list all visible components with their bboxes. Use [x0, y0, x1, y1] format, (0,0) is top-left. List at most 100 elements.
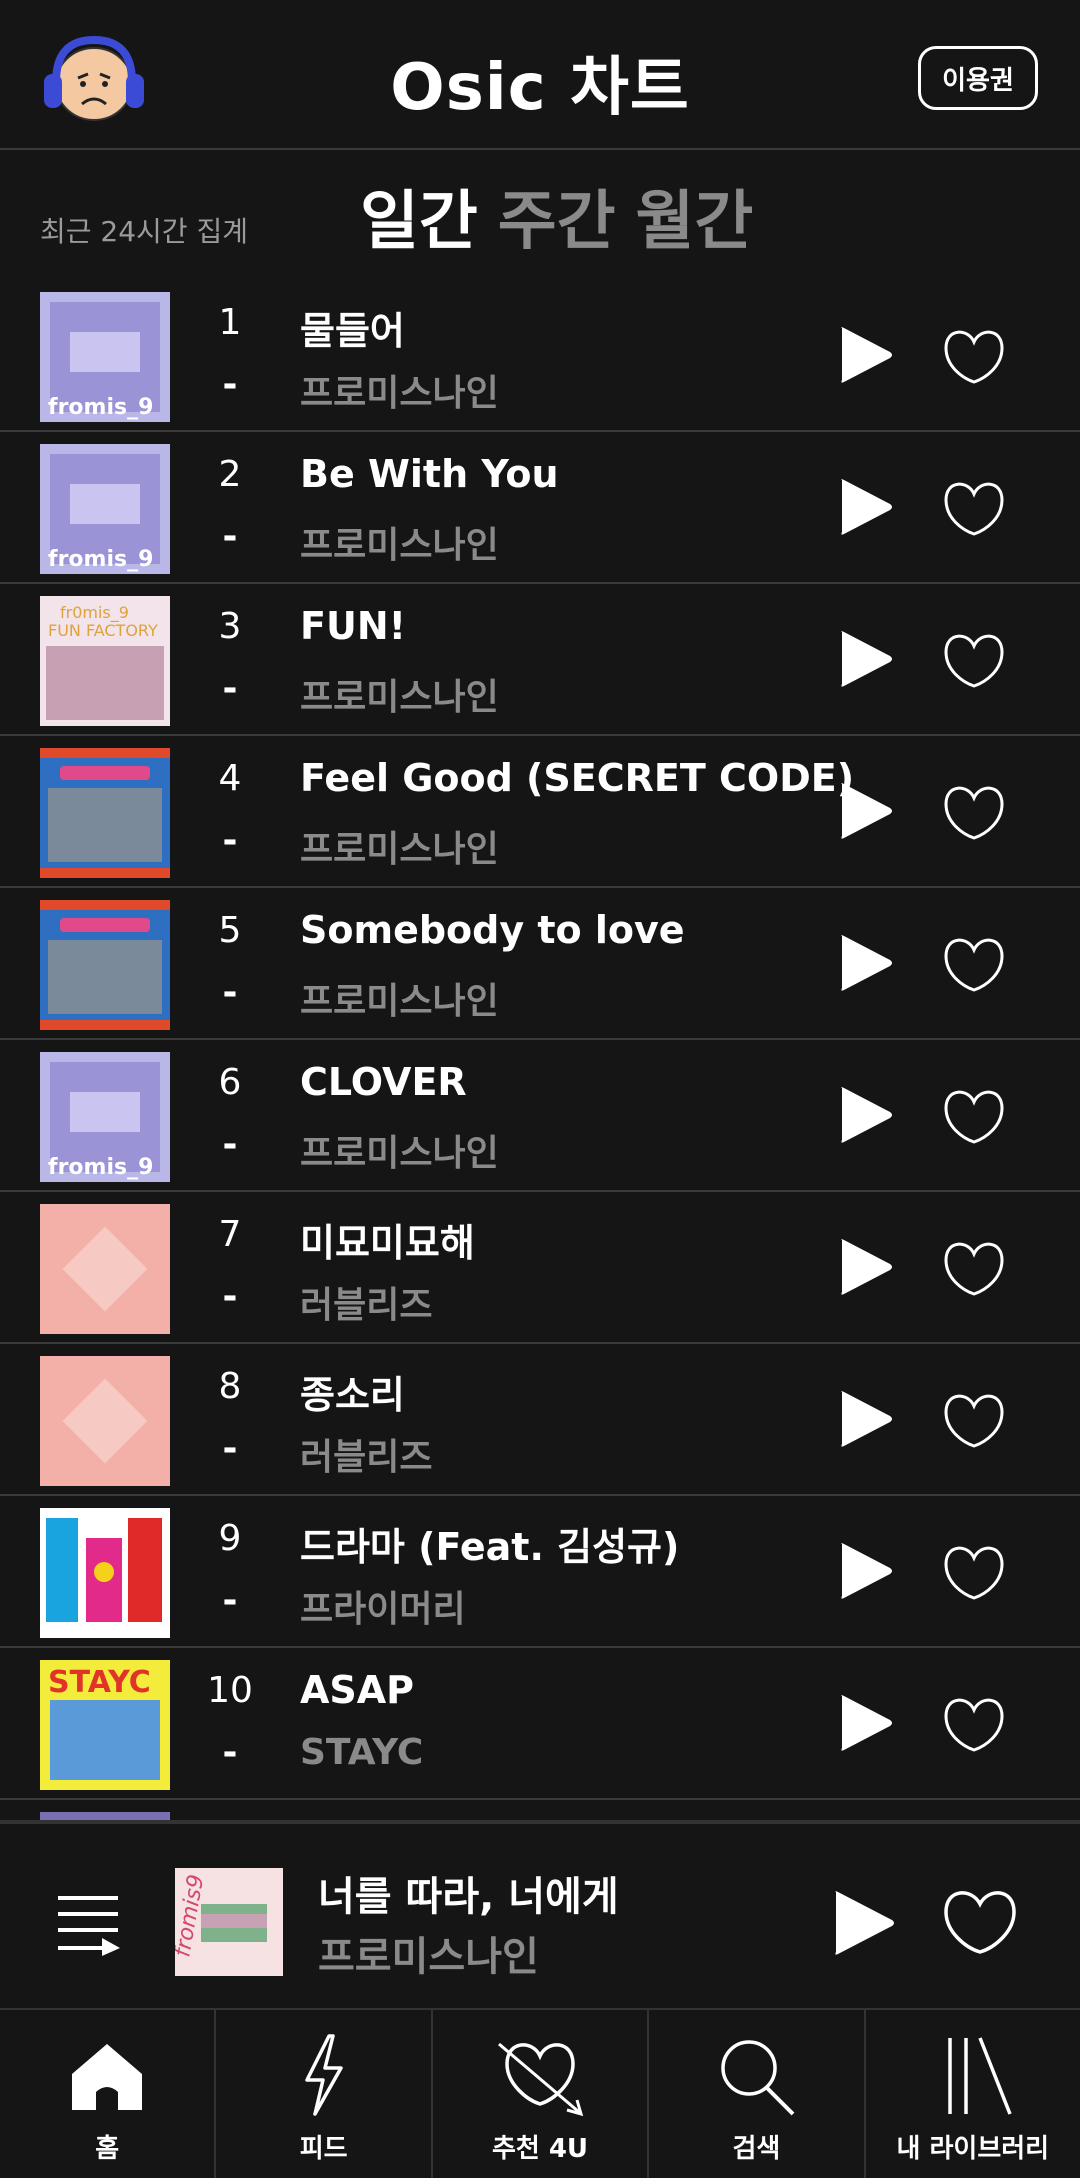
- song-artist[interactable]: 러블리즈: [300, 1276, 432, 1328]
- heart-icon[interactable]: [942, 782, 1006, 842]
- tab-library[interactable]: 내 라이브러리: [866, 2010, 1080, 2178]
- app-header: Osic 차트 이용권: [0, 0, 1080, 150]
- heart-icon[interactable]: [942, 478, 1006, 538]
- subscription-button[interactable]: 이용권: [918, 46, 1038, 110]
- song-artist[interactable]: 프로미스나인: [300, 972, 499, 1024]
- heart-icon[interactable]: [942, 1886, 1018, 1956]
- song-title[interactable]: 종소리: [300, 1364, 405, 1419]
- album-cover[interactable]: fromis_9: [40, 1052, 170, 1182]
- rank-number: 2: [218, 454, 242, 495]
- song-artist[interactable]: 프로미스나인: [300, 364, 499, 416]
- heart-icon[interactable]: [942, 1238, 1006, 1298]
- playlist-queue-icon[interactable]: [56, 1892, 122, 1956]
- song-artist[interactable]: 프로미스나인: [300, 1124, 499, 1176]
- play-icon[interactable]: [836, 628, 894, 690]
- song-title[interactable]: 드라마 (Feat. 김성규): [300, 1516, 679, 1571]
- rank-change: -: [222, 972, 238, 1013]
- tab-search[interactable]: 검색: [649, 2010, 866, 2178]
- rank-change: -: [222, 516, 238, 557]
- album-cover[interactable]: STAYC: [40, 1660, 170, 1790]
- rank-change: -: [222, 1580, 238, 1621]
- album-cover[interactable]: [40, 748, 170, 878]
- list-item[interactable]: 9 - 드라마 (Feat. 김성규) 프라이머리: [0, 1496, 1080, 1648]
- list-item[interactable]: 7 - 미묘미묘해 러블리즈: [0, 1192, 1080, 1344]
- heart-icon[interactable]: [942, 1694, 1006, 1754]
- search-icon: [721, 2040, 795, 2116]
- list-item[interactable]: fromis_9 2 - Be With You 프로미스나인: [0, 432, 1080, 584]
- song-title[interactable]: Feel Good (SECRET CODE): [300, 756, 854, 800]
- tab-label: 홈: [95, 2134, 120, 2164]
- song-title[interactable]: 미묘미묘해: [300, 1212, 475, 1267]
- heart-icon[interactable]: [942, 1542, 1006, 1602]
- tab-feed[interactable]: 피드: [216, 2010, 433, 2178]
- play-icon[interactable]: [836, 1692, 894, 1754]
- svg-text:fromis_9: fromis_9: [48, 1155, 153, 1180]
- list-item[interactable]: 5 - Somebody to love 프로미스나인: [0, 888, 1080, 1040]
- rank-number: 4: [218, 758, 242, 799]
- song-title[interactable]: CLOVER: [300, 1060, 467, 1104]
- album-cover[interactable]: fr0mis_9 FUN FACTORY: [40, 596, 170, 726]
- svg-text:fromis_9: fromis_9: [48, 395, 153, 420]
- period-tabs: 일간 주간 월간: [360, 170, 753, 262]
- tab-home[interactable]: 홈: [0, 2010, 217, 2178]
- play-icon[interactable]: [830, 1888, 896, 1958]
- play-icon[interactable]: [836, 324, 894, 386]
- list-item[interactable]: fromis_9 1 - 물들어 프로미스나인: [0, 280, 1080, 432]
- rank-number: 7: [218, 1214, 242, 1255]
- heart-icon[interactable]: [942, 630, 1006, 690]
- play-icon[interactable]: [836, 1084, 894, 1146]
- heart-icon[interactable]: [942, 326, 1006, 386]
- play-icon[interactable]: [836, 780, 894, 842]
- album-cover[interactable]: fromis_9: [40, 292, 170, 422]
- song-title[interactable]: ASAP: [300, 1668, 414, 1712]
- svg-text:fromis_9: fromis_9: [48, 547, 153, 572]
- aggregation-note: 최근 24시간 집계: [40, 215, 248, 248]
- song-title[interactable]: 물들어: [300, 300, 405, 355]
- album-cover[interactable]: [40, 1508, 170, 1638]
- song-artist[interactable]: STAYC: [300, 1732, 423, 1773]
- rank-change: -: [222, 668, 238, 709]
- list-item[interactable]: STAYC 10 - ASAP STAYC: [0, 1648, 1080, 1800]
- now-playing-artist: 프로미스나인: [318, 1934, 539, 1980]
- song-artist[interactable]: 프라이머리: [300, 1580, 466, 1632]
- heart-arrow-icon: [498, 2042, 584, 2117]
- tab-recommend[interactable]: 추천 4U: [433, 2010, 650, 2178]
- rank-change: -: [222, 1428, 238, 1469]
- song-title[interactable]: Be With You: [300, 452, 559, 496]
- rank-number: 6: [218, 1062, 242, 1103]
- song-artist[interactable]: 프로미스나인: [300, 820, 499, 872]
- play-icon[interactable]: [836, 1540, 894, 1602]
- song-artist[interactable]: 프로미스나인: [300, 516, 499, 568]
- rank-change: -: [222, 1124, 238, 1165]
- home-icon: [72, 2044, 143, 2110]
- song-artist[interactable]: 프로미스나인: [300, 668, 499, 720]
- album-cover[interactable]: [40, 1204, 170, 1334]
- tab-daily[interactable]: 일간: [360, 170, 478, 262]
- play-icon[interactable]: [836, 1388, 894, 1450]
- heart-icon[interactable]: [942, 934, 1006, 994]
- svg-text:STAYC: STAYC: [48, 1665, 151, 1700]
- list-item[interactable]: fr0mis_9 FUN FACTORY 3 - FUN! 프로미스나인: [0, 584, 1080, 736]
- mini-player[interactable]: fromis9 너를 따라, 너에게 프로미스나인: [0, 1820, 1080, 2012]
- play-icon[interactable]: [836, 1236, 894, 1298]
- song-artist[interactable]: 러블리즈: [300, 1428, 432, 1480]
- album-cover[interactable]: [40, 900, 170, 1030]
- song-title[interactable]: FUN!: [300, 604, 406, 648]
- svg-text:FUN FACTORY: FUN FACTORY: [48, 621, 158, 640]
- list-item[interactable]: 8 - 종소리 러블리즈: [0, 1344, 1080, 1496]
- tab-weekly[interactable]: 주간: [498, 170, 616, 262]
- album-cover[interactable]: [40, 1356, 170, 1486]
- play-icon[interactable]: [836, 476, 894, 538]
- rank-change: -: [222, 820, 238, 861]
- rank-number: 9: [218, 1518, 242, 1559]
- heart-icon[interactable]: [942, 1390, 1006, 1450]
- heart-icon[interactable]: [942, 1086, 1006, 1146]
- list-item[interactable]: 4 - Feel Good (SECRET CODE) 프로미스나인: [0, 736, 1080, 888]
- rank-number: 10: [207, 1670, 253, 1711]
- song-title[interactable]: Somebody to love: [300, 908, 685, 952]
- play-icon[interactable]: [836, 932, 894, 994]
- album-cover[interactable]: fromis_9: [40, 444, 170, 574]
- rank-number: 3: [218, 606, 242, 647]
- list-item[interactable]: fromis_9 6 - CLOVER 프로미스나인: [0, 1040, 1080, 1192]
- tab-monthly[interactable]: 월간: [636, 170, 754, 262]
